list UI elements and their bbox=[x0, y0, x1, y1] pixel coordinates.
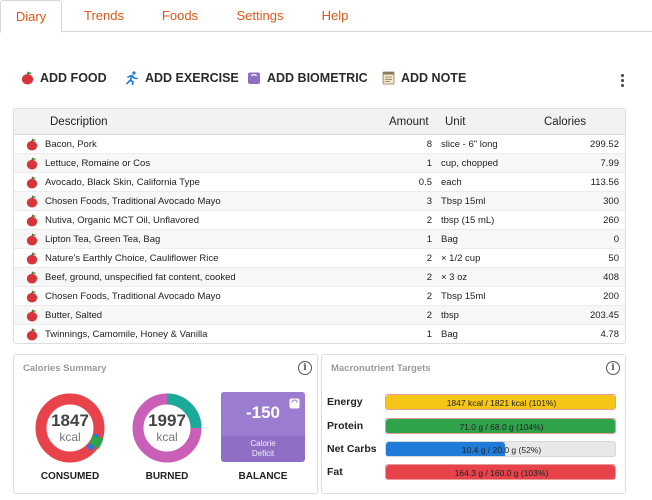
consumed-unit: kcal bbox=[59, 430, 81, 444]
consumed-label: CONSUMED bbox=[40, 471, 100, 482]
burned-value: 1997 bbox=[148, 411, 186, 430]
balance-sub-calorie: Calorie bbox=[250, 439, 276, 448]
macro-bar[interactable]: 10.4 g / 20.0 g (52%) bbox=[385, 441, 616, 457]
macro-bar-text: 10.4 g / 20.0 g (52%) bbox=[461, 445, 542, 455]
info-icon[interactable]: i bbox=[606, 361, 620, 375]
consumed-value: 1847 bbox=[51, 411, 89, 430]
macro-bar-text: 1847 kcal / 1821 kcal (101%) bbox=[446, 398, 557, 408]
macro-bar-text: 164.3 g / 160.0 g (103%) bbox=[454, 468, 549, 478]
balance-card[interactable]: -150 Calorie Deficit bbox=[221, 392, 305, 462]
burned-unit: kcal bbox=[156, 430, 178, 444]
balance-sub-deficit: Deficit bbox=[251, 449, 275, 458]
macro-label-net-carbs: Net Carbs bbox=[327, 443, 377, 455]
macro-label-energy: Energy bbox=[327, 396, 363, 408]
macro-bar-text: 71.0 g / 68.0 g (104%) bbox=[459, 422, 544, 432]
macro-label-fat: Fat bbox=[327, 466, 343, 478]
macronutrient-targets-title: Macronutrient Targets bbox=[331, 363, 431, 374]
balance-label: BALANCE bbox=[238, 471, 288, 482]
macro-bar[interactable]: 71.0 g / 68.0 g (104%) bbox=[385, 418, 616, 434]
macro-bar[interactable]: 164.3 g / 160.0 g (103%) bbox=[385, 464, 616, 480]
scale-icon bbox=[289, 398, 300, 409]
macro-label-protein: Protein bbox=[327, 420, 364, 432]
burned-label: BURNED bbox=[145, 471, 189, 482]
macro-bar[interactable]: 1847 kcal / 1821 kcal (101%) bbox=[385, 394, 616, 410]
